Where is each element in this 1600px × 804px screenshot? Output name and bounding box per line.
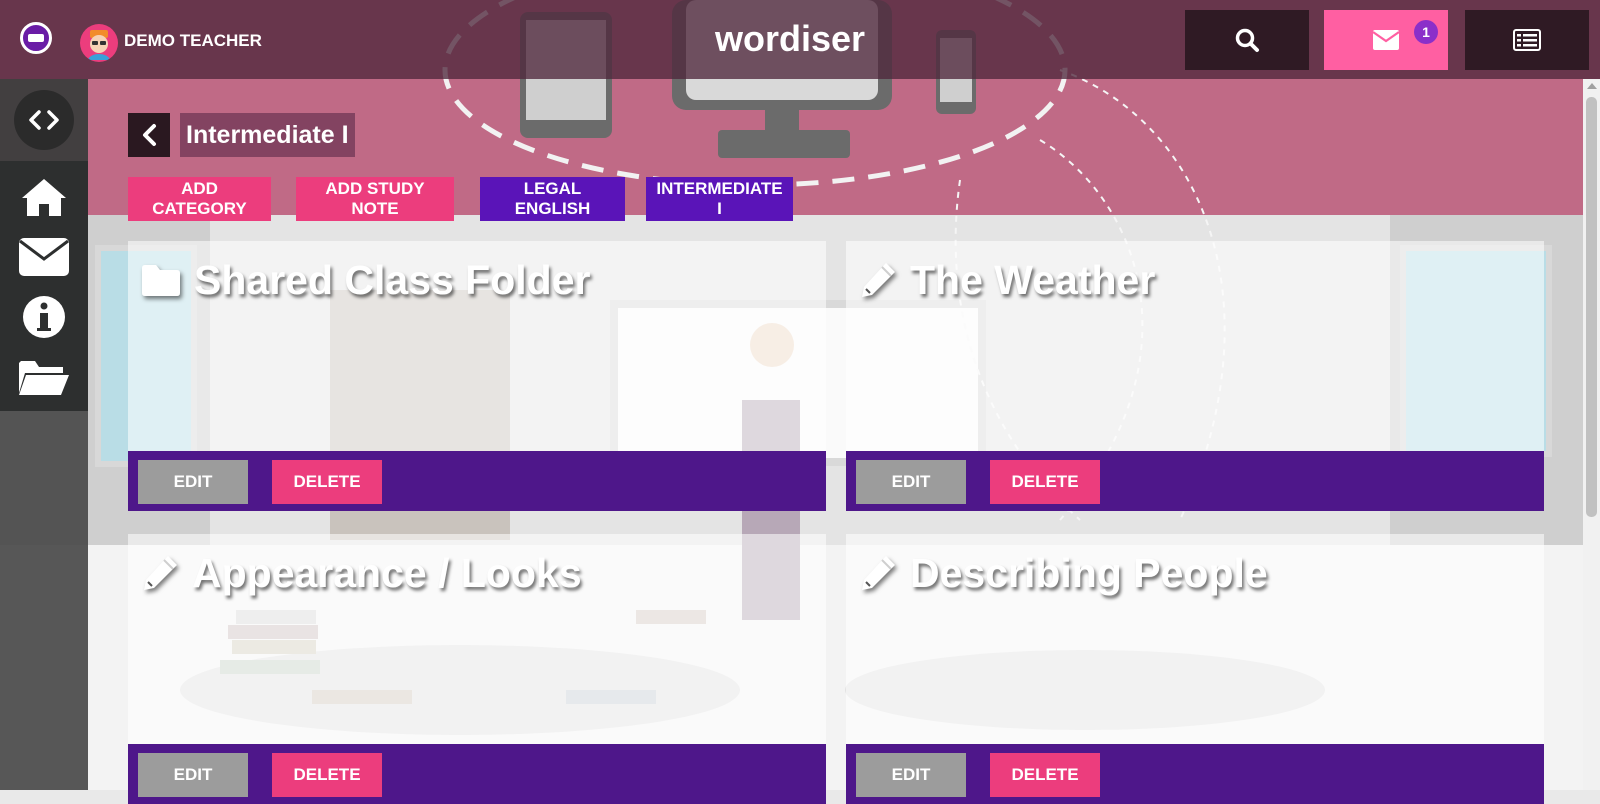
- intermediate-button[interactable]: INTERMEDIATE I: [646, 177, 793, 221]
- sidebar-item-messages[interactable]: [0, 227, 88, 287]
- chevron-left-icon: [143, 124, 156, 146]
- user-name[interactable]: DEMO TEACHER: [124, 31, 262, 51]
- page-title: Intermediate I: [180, 113, 355, 157]
- add-study-note-button[interactable]: ADD STUDY NOTE: [296, 177, 454, 221]
- brand-logo: wordiser: [715, 18, 866, 59]
- delete-button[interactable]: DELETE: [272, 753, 382, 797]
- edit-button[interactable]: EDIT: [138, 460, 248, 504]
- card-title[interactable]: The Weather: [910, 257, 1155, 304]
- search-icon: [1235, 28, 1259, 52]
- scroll-thumb[interactable]: [1586, 97, 1597, 517]
- messages-button[interactable]: 1: [1324, 10, 1448, 70]
- main-content: Intermediate I ADD CATEGORY ADD STUDY NO…: [88, 79, 1583, 804]
- mail-icon: [1372, 30, 1400, 50]
- home-icon: [22, 179, 66, 216]
- delete-button[interactable]: DELETE: [990, 460, 1100, 504]
- category-card[interactable]: Appearance / Looks EDIT DELETE: [128, 534, 826, 804]
- unread-badge: 1: [1414, 20, 1438, 44]
- legal-english-button[interactable]: LEGAL ENGLISH: [480, 177, 625, 221]
- top-bar: DEMO TEACHER wordiser 1: [0, 0, 1600, 79]
- vertical-scrollbar[interactable]: [1583, 79, 1600, 790]
- pencil-icon: [858, 260, 898, 300]
- card-title[interactable]: Shared Class Folder: [194, 257, 590, 304]
- search-button[interactable]: [1185, 10, 1309, 70]
- edit-button[interactable]: EDIT: [856, 753, 966, 797]
- card-title[interactable]: Appearance / Looks: [192, 550, 582, 597]
- category-card[interactable]: The Weather EDIT DELETE: [846, 241, 1544, 511]
- code-arrows-icon: [29, 110, 59, 130]
- category-card[interactable]: Shared Class Folder EDIT DELETE: [128, 241, 826, 511]
- sidebar-toggle-button[interactable]: [14, 90, 74, 150]
- pencil-icon: [140, 553, 180, 593]
- teacher-avatar-icon[interactable]: [80, 24, 118, 62]
- sidebar-item-folders[interactable]: [0, 347, 88, 407]
- back-button[interactable]: [128, 113, 170, 157]
- app-logo-icon[interactable]: [20, 22, 52, 54]
- mail-icon: [19, 238, 69, 276]
- category-card[interactable]: Describing People EDIT DELETE: [846, 534, 1544, 804]
- menu-button[interactable]: [1465, 10, 1589, 70]
- pencil-icon: [858, 553, 898, 593]
- edit-button[interactable]: EDIT: [856, 460, 966, 504]
- delete-button[interactable]: DELETE: [990, 753, 1100, 797]
- card-title[interactable]: Describing People: [910, 550, 1268, 597]
- folder-icon: [140, 262, 182, 298]
- edit-button[interactable]: EDIT: [138, 753, 248, 797]
- list-icon: [1513, 29, 1541, 51]
- info-icon: [23, 296, 65, 338]
- sidebar-item-home[interactable]: [0, 167, 88, 227]
- add-category-button[interactable]: ADD CATEGORY: [128, 177, 271, 221]
- scroll-up-arrow-icon[interactable]: [1587, 83, 1597, 89]
- delete-button[interactable]: DELETE: [272, 460, 382, 504]
- sidebar: [0, 79, 88, 790]
- sidebar-item-info[interactable]: [0, 287, 88, 347]
- folder-open-icon: [19, 361, 69, 395]
